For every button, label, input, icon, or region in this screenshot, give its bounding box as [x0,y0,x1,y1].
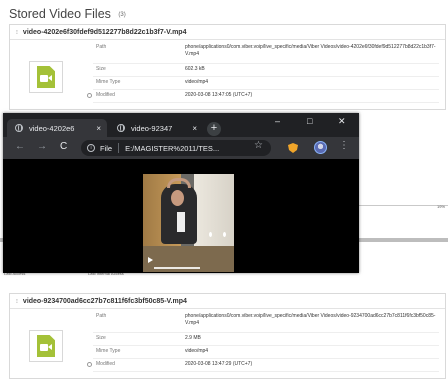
video-file-icon [37,335,55,357]
field-key: Path [96,313,107,319]
divider [357,205,448,206]
clock-icon [87,93,92,98]
page-title: Stored Video Files (3) [9,7,126,21]
play-icon[interactable] [148,257,153,263]
address-bar[interactable]: i File E:/MAGISTER%2011/TES... [81,140,271,156]
field-value: 2.9 MB [185,335,201,341]
reload-button[interactable]: C [60,141,67,152]
file-card-header[interactable]: ⁝ video-9234700ad6cc27b7c811f6fc3bf50c85… [10,294,445,309]
video-file-icon [37,66,55,88]
field-key: Size [96,66,106,72]
field-row: Path phone/applications0/com.viber.voip/… [93,44,439,64]
file-name: video-4202e6f30fdef9d512277b8d22c1b3f7-V… [22,28,187,36]
file-count: (3) [118,11,126,18]
globe-icon [117,124,125,132]
tab-title: video-92347 [131,123,173,133]
video-progress-bar[interactable] [154,267,201,269]
field-value: 2020-03-08 13:47:05 (UTC+7) [185,92,253,98]
scheme-label: File [100,143,113,153]
globe-icon [15,124,23,132]
video-player[interactable] [143,174,234,272]
close-window-button[interactable]: ✕ [338,116,346,127]
field-row: Modified 2020-03-08 13:47:29 (UTC+7) [87,361,439,372]
file-thumbnail[interactable] [29,330,63,362]
collapse-icon[interactable]: ⁝ [16,298,18,305]
close-tab-button[interactable]: × [192,124,197,133]
new-tab-button[interactable]: + [207,122,221,136]
maximize-button[interactable]: □ [307,116,312,126]
avatar[interactable] [314,141,327,154]
forward-button[interactable]: → [37,141,47,152]
field-value: video/mp4 [185,79,209,85]
field-row: Path phone/applications0/com.viber.voip/… [93,313,439,333]
browser-tab-active[interactable]: video-4202e6 × [7,119,107,137]
close-tab-button[interactable]: × [96,124,101,133]
field-value: phone/applications0/com.viber.voip/live_… [185,44,436,57]
page-title-text: Stored Video Files [9,7,111,21]
background-value: 19% [437,204,446,209]
collapse-icon[interactable]: ⁝ [16,29,18,36]
browser-toolbar: ← → C i File E:/MAGISTER%2011/TES... ☆ ⋮ [3,137,359,159]
file-thumbnail[interactable] [29,61,63,93]
field-row: Mime Type video/mp4 [93,79,439,90]
browser-viewport [3,159,359,273]
field-key: Mime Type [96,348,121,354]
menu-icon[interactable]: ⋮ [339,140,349,151]
extension-icon[interactable] [288,143,298,153]
info-icon[interactable]: i [87,144,95,152]
clock-icon [87,362,92,367]
browser-window: video-4202e6 × video-92347 × + – □ ✕ ← →… [3,113,359,273]
field-key: Size [96,335,106,341]
field-key: Modified [96,92,115,98]
field-row: Size 602.3 kB [93,66,439,77]
field-value: video/mp4 [185,348,209,354]
field-key: Path [96,44,107,50]
star-icon[interactable]: ☆ [254,140,263,151]
browser-tab[interactable]: video-92347 × [109,119,203,137]
file-name: video-9234700ad6cc27b7c811f6fc3bf50c85-V… [22,297,187,305]
back-button[interactable]: ← [15,141,25,152]
file-card: ⁝ video-4202e6f30fdef9d512277b8d22c1b3f7… [9,24,446,110]
field-row: Mime Type video/mp4 [93,348,439,359]
tab-title: video-4202e6 [29,123,75,133]
file-card-header[interactable]: ⁝ video-4202e6f30fdef9d512277b8d22c1b3f7… [10,25,445,40]
file-card: ⁝ video-9234700ad6cc27b7c811f6fc3bf50c85… [9,293,446,379]
field-row: Size 2.9 MB [93,335,439,346]
field-row: Modified 2020-03-08 13:47:05 (UTC+7) [87,92,439,103]
minimize-button[interactable]: – [275,116,280,126]
field-key: Mime Type [96,79,121,85]
field-value: 602.3 kB [185,66,205,72]
tab-strip: video-4202e6 × video-92347 × + – □ ✕ [3,113,359,137]
separator [118,143,120,153]
field-value: 2020-03-08 13:47:29 (UTC+7) [185,361,253,367]
field-key: Modified [96,361,115,367]
url-text[interactable]: E:/MAGISTER%2011/TES... [125,144,265,153]
field-value: phone/applications0/com.viber.voip/live_… [185,313,436,326]
